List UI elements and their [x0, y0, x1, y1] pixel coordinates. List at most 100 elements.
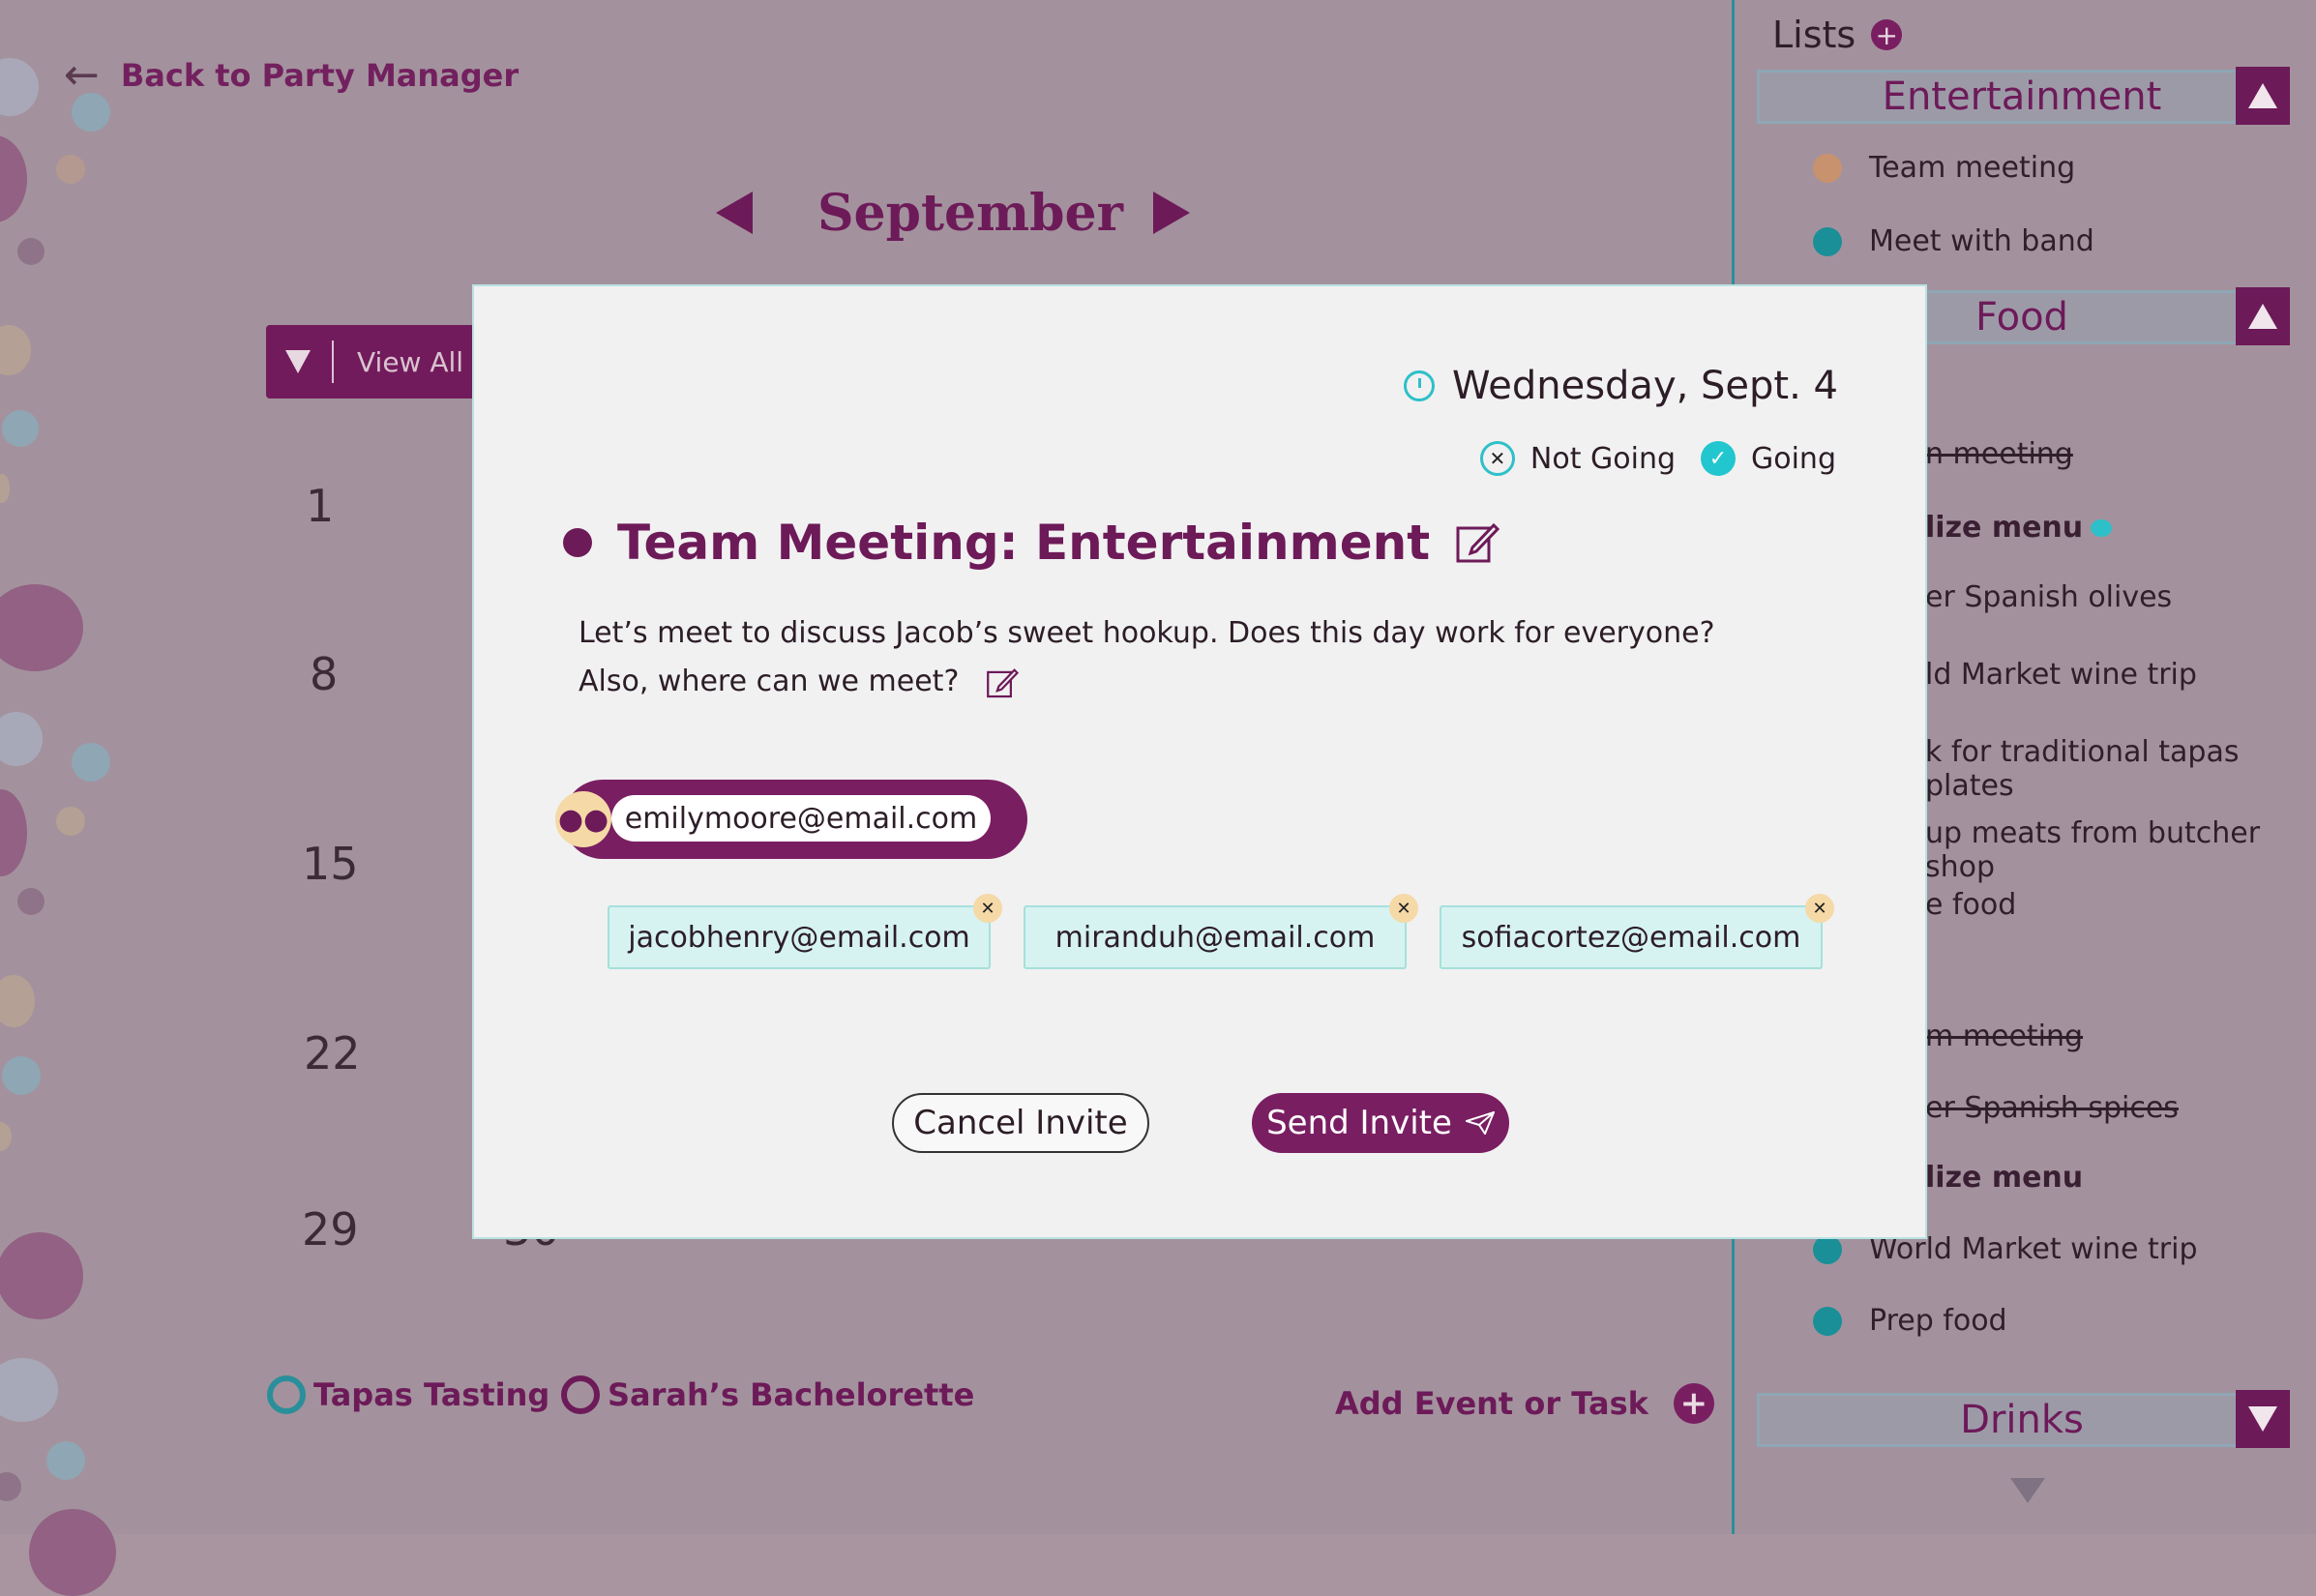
status-dot [1813, 153, 1842, 183]
remove-icon[interactable]: ✕ [1805, 894, 1834, 923]
add-event-button[interactable]: Add Event or Task + [1335, 1383, 1714, 1424]
decor-dot [0, 135, 27, 222]
send-invite-label: Send Invite [1266, 1104, 1452, 1142]
decor-dot [72, 743, 110, 782]
status-dot [1813, 1306, 1842, 1336]
group-icon: ●● [555, 791, 611, 847]
owner-pill: ●● emilymoore@email.com [555, 780, 1027, 859]
view-all-dropdown[interactable]: View All P [266, 325, 489, 399]
decor-dot [29, 1509, 116, 1596]
decor-dot [2, 410, 39, 447]
decor-dot [0, 712, 43, 766]
list-item[interactable]: er Spanish olives [1925, 580, 2172, 614]
chevron-down-icon [285, 350, 311, 373]
event-title: Team Meeting: Entertainment [563, 515, 1500, 571]
next-month-icon[interactable] [1153, 192, 1190, 234]
back-link[interactable]: ← Back to Party Manager [64, 50, 519, 100]
rsvp-options: ✕ Not Going ✓ Going [1479, 441, 1836, 476]
add-event-label: Add Event or Task [1335, 1385, 1648, 1422]
section-title: Food [1975, 295, 2068, 340]
collapse-button[interactable] [2236, 67, 2290, 125]
description-line: Let’s meet to discuss Jacob’s sweet hook… [579, 616, 1715, 650]
list-item-label: Prep food [1869, 1304, 2007, 1338]
list-item[interactable]: Team meeting [1813, 151, 2075, 185]
section-entertainment[interactable]: Entertainment [1757, 67, 2290, 125]
collapse-button[interactable] [2236, 287, 2290, 345]
description-line-2: Also, where can we meet? [579, 658, 1715, 706]
event-title-text: Team Meeting: Entertainment [617, 515, 1431, 571]
owner-email: emilymoore@email.com [611, 795, 991, 842]
decor-dot [0, 1358, 58, 1422]
day-cell[interactable]: 1 [306, 480, 334, 532]
add-list-icon[interactable]: + [1871, 19, 1903, 51]
list-item-label: Meet with band [1869, 224, 2094, 258]
send-invite-button[interactable]: Send Invite [1252, 1093, 1509, 1153]
invitee-chip: miranduh@email.com ✕ [1024, 894, 1418, 969]
prev-month-icon[interactable] [716, 192, 753, 234]
list-item[interactable]: Prep food [1813, 1304, 2007, 1338]
event-color-dot [563, 528, 592, 557]
list-item[interactable]: k for traditional tapas plates [1925, 735, 2316, 803]
edit-icon[interactable] [986, 666, 1019, 699]
legend-item-tapas[interactable]: Tapas Tasting [267, 1375, 549, 1414]
list-item[interactable]: up meats from butcher shop [1925, 816, 2316, 884]
month-title: September [817, 184, 1123, 243]
day-cell[interactable]: 8 [310, 648, 338, 700]
decor-dot [0, 1122, 12, 1151]
legend-item-bachelorette[interactable]: Sarah’s Bachelorette [561, 1375, 974, 1414]
plus-icon: + [1673, 1383, 1714, 1424]
decor-dot [0, 1232, 83, 1319]
view-all-label: View All P [357, 345, 489, 378]
event-date-label: Wednesday, Sept. 4 [1452, 364, 1838, 408]
cancel-invite-button[interactable]: Cancel Invite [892, 1093, 1149, 1153]
decor-dot [56, 155, 85, 184]
decor-dot [0, 975, 35, 1027]
status-dot [1813, 226, 1842, 256]
chat-bubble-icon [2091, 518, 2113, 537]
list-item[interactable]: n meeting [1925, 437, 2073, 471]
arrow-left-icon: ← [64, 50, 100, 100]
expand-button[interactable] [2236, 1390, 2290, 1448]
list-item[interactable]: Meet with band [1813, 224, 2094, 258]
section-drinks[interactable]: Drinks [1757, 1390, 2290, 1448]
lists-title: Lists [1772, 14, 1856, 56]
decor-dot [46, 1441, 85, 1480]
day-cell[interactable]: 22 [304, 1027, 361, 1079]
list-item[interactable]: m meeting [1925, 1020, 2083, 1053]
list-item[interactable]: ld Market wine trip [1925, 658, 2197, 692]
list-item[interactable]: e food [1925, 888, 2016, 922]
scroll-down-icon[interactable] [2010, 1478, 2045, 1503]
not-going-label[interactable]: Not Going [1530, 442, 1676, 476]
decor-dot [0, 584, 83, 671]
day-cell[interactable]: 15 [302, 838, 359, 890]
clock-icon [1404, 370, 1436, 401]
not-going-icon[interactable]: ✕ [1479, 441, 1515, 476]
decor-dot [17, 888, 45, 915]
status-dot [1813, 1234, 1842, 1264]
going-label[interactable]: Going [1751, 442, 1836, 476]
decor-dot [17, 238, 45, 265]
chevron-up-icon [2248, 83, 2277, 108]
list-item-label: lize menu [1925, 511, 2084, 545]
divider [332, 340, 334, 383]
list-item[interactable]: lize menu [1925, 1161, 2083, 1195]
remove-icon[interactable]: ✕ [973, 894, 1002, 923]
invitee-chip: sofiacortez@email.com ✕ [1440, 894, 1834, 969]
day-cell[interactable]: 29 [302, 1203, 359, 1256]
going-check-icon[interactable]: ✓ [1701, 441, 1736, 476]
back-label: Back to Party Manager [120, 56, 520, 94]
decor-dot [0, 789, 27, 876]
decor-dot [0, 1472, 21, 1501]
section-title: Entertainment [1882, 74, 2162, 119]
edit-icon[interactable] [1455, 520, 1500, 565]
list-item[interactable]: er Spanish spices [1925, 1091, 2179, 1125]
remove-icon[interactable]: ✕ [1389, 894, 1418, 923]
list-item[interactable]: lize menu [1925, 511, 2113, 545]
decor-dot [0, 58, 39, 116]
event-description: Let’s meet to discuss Jacob’s sweet hook… [579, 609, 1715, 706]
ring-icon [267, 1375, 306, 1414]
lists-header: Lists + [1772, 14, 1903, 56]
decor-dot [2, 1056, 41, 1095]
event-date: Wednesday, Sept. 4 [1404, 364, 1838, 408]
chevron-up-icon [2248, 304, 2277, 329]
